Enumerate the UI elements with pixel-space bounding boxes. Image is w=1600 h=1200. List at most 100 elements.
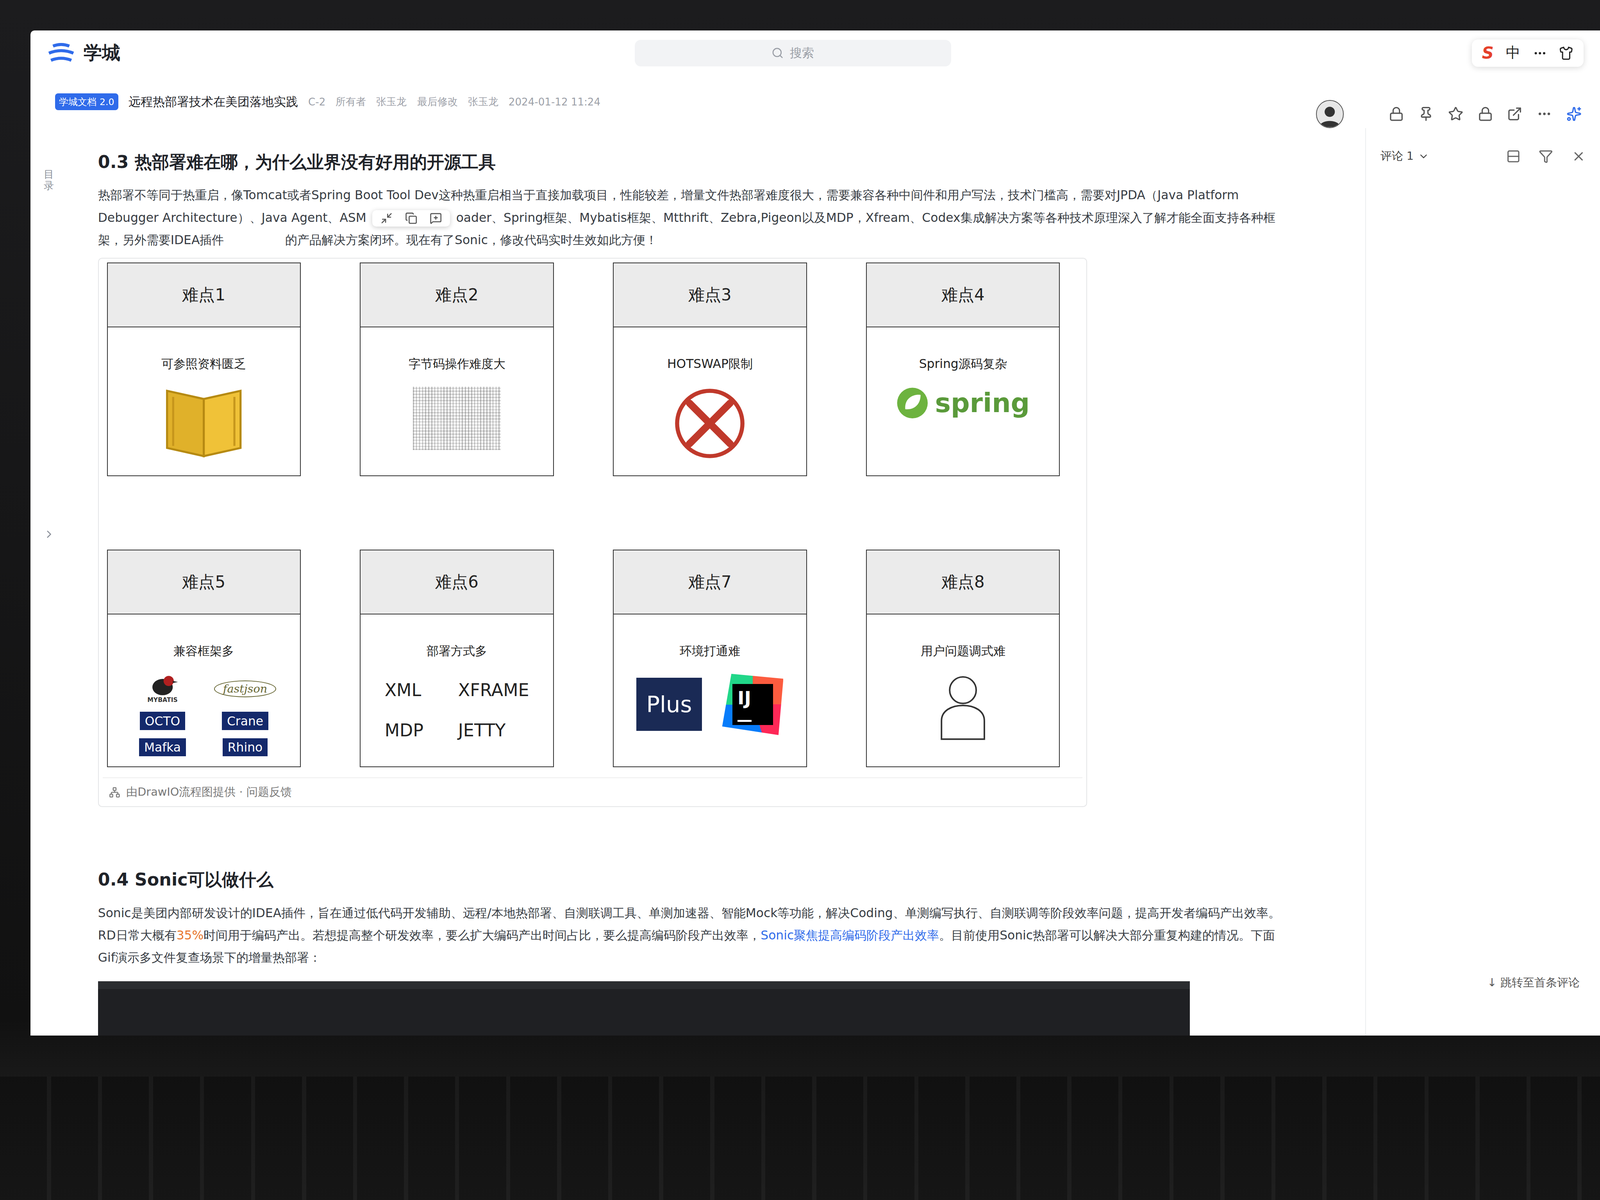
card-body: 兼容框架多MYBATISfastjsonOCTOCraneMafkaRhino	[107, 614, 300, 767]
card-title: 难点7	[613, 550, 806, 615]
owner-label: 所有者	[335, 94, 367, 109]
search-box[interactable]: 搜索	[634, 39, 952, 67]
mybatis-bird-icon	[147, 673, 178, 697]
section-paragraph: Sonic是美团内部研发设计的IDEA插件，旨在通过低代码开发辅助、远程/本地热…	[98, 901, 1282, 970]
plus-logo: Plus	[636, 677, 702, 731]
deploy-word: MDP	[384, 720, 424, 741]
card-subtitle: Spring源码复杂	[919, 355, 1008, 373]
bytecode-pattern	[412, 386, 501, 450]
share-lock-icon[interactable]	[1388, 106, 1404, 122]
drawio-icon	[108, 786, 121, 799]
difficulty-card: 难点7 环境打通难 Plus IJ	[612, 549, 807, 768]
filter-icon[interactable]	[1538, 149, 1554, 164]
laptop-keyboard	[0, 1076, 1600, 1200]
doc-body: 目录 0.3 热部署难在哪，为什么业界没有好用的开源工具热部署不等同于热重启，像T…	[30, 128, 1600, 1036]
comment-count[interactable]: 评论 1	[1380, 148, 1414, 165]
framework-tag: Crane	[221, 711, 269, 730]
paragraph-text: 35%	[176, 928, 204, 943]
doc-meta-row: 学城文档 2.0远程热部署技术在美团落地实践C-2所有者张玉龙最后修改张玉龙20…	[30, 75, 1600, 129]
book-icon	[160, 386, 247, 459]
copy-icon[interactable]	[405, 212, 418, 225]
comment-add-icon[interactable]	[429, 212, 442, 225]
doc-title: 远程热部署技术在美团落地实践	[128, 93, 299, 111]
skin-icon	[1558, 46, 1574, 61]
difficulty-card: 难点6部署方式多XMLXFRAMEMDPJETTY	[359, 549, 554, 768]
permission-icon[interactable]	[1477, 106, 1493, 122]
pin-icon[interactable]	[1418, 106, 1434, 122]
card-title: 难点2	[360, 263, 553, 328]
xuecheng-logo-icon	[46, 42, 76, 64]
app-logo[interactable]: 学城	[46, 40, 619, 66]
mybatis-logo: MYBATIS	[147, 673, 178, 704]
open-external-icon[interactable]	[1507, 106, 1523, 122]
jump-first-comment-button[interactable]: ↓ 跳转至首条评论	[1481, 971, 1586, 995]
card-subtitle: 字节码操作难度大	[408, 355, 506, 373]
expand-icon[interactable]	[42, 528, 56, 541]
modified-at: 2024-01-12 11:24	[508, 96, 601, 108]
diagram-caption[interactable]: 由DrawIO流程图提供 · 问题反馈	[102, 777, 1083, 806]
app-logos: Plus IJ	[636, 673, 784, 736]
card-body: 用户问题调式难	[866, 614, 1059, 767]
card-body: 可参照资料匮乏	[107, 327, 300, 476]
outline-toggle[interactable]: 目录	[43, 168, 54, 192]
section-heading: 0.3 热部署难在哪，为什么业界没有好用的开源工具	[98, 150, 1335, 174]
layout-icon[interactable]	[1506, 149, 1521, 164]
spring-logo-text: spring	[934, 387, 1030, 419]
difficulty-card: 难点2 字节码操作难度大	[359, 262, 554, 477]
browser-screen: 学城搜索S中学城文档 2.0远程热部署技术在美团落地实践C-2所有者张玉龙最后修…	[30, 30, 1600, 1036]
difficulty-card: 难点4 Spring源码复杂 spring	[866, 262, 1060, 477]
difficulty-card: 难点8 用户问题调式难	[866, 549, 1060, 768]
card-body: HOTSWAP限制	[613, 327, 806, 476]
deploy-word: JETTY	[458, 720, 530, 741]
ai-sparkles-icon[interactable]	[1566, 106, 1582, 122]
modified-by: 张玉龙	[467, 94, 499, 109]
deploy-words: XML XFRAME MDP JETTY	[384, 680, 530, 741]
outline-rail: 目录	[30, 128, 68, 1036]
spring-leaf-icon	[896, 386, 929, 420]
difficulty-card: 难点3 HOTSWAP限制	[612, 262, 807, 477]
paragraph-link[interactable]: Sonic聚焦提高编码阶段产出效率	[760, 928, 940, 943]
doc-content: 0.3 热部署难在哪，为什么业界没有好用的开源工具热部署不等同于热重启，像Tom…	[67, 128, 1366, 1036]
framework-tag: OCTO	[139, 711, 186, 730]
comment-dropdown-icon[interactable]	[1417, 150, 1430, 163]
card-grid: 难点1 可参照资料匮乏 难点2 字节码操作难度大 难点3 HOTSWAP限制 难点4 Spri…	[102, 262, 1083, 768]
card-title: 难点8	[866, 550, 1059, 615]
card-title: 难点1	[107, 263, 300, 328]
card-title: 难点4	[866, 263, 1059, 328]
card-body: 环境打通难 Plus IJ	[613, 614, 806, 767]
owner-name: 张玉龙	[376, 94, 407, 109]
fastjson-logo: fastjson	[214, 680, 277, 698]
doc-badge: 学城文档 2.0	[55, 93, 119, 110]
paragraph-text: 时间用于编码产出。若想提高整个研发效率，要么扩大编码产出时间占比，要么提高编码阶…	[203, 928, 761, 943]
ime-toolbar[interactable]: S中	[1471, 39, 1584, 67]
card-title: 难点3	[613, 263, 806, 328]
card-subtitle: 可参照资料匮乏	[161, 355, 247, 373]
card-subtitle: 兼容框架多	[173, 642, 234, 660]
avatar-icon	[1319, 104, 1340, 127]
deploy-word: XFRAME	[458, 680, 530, 700]
photo-stage: 学城搜索S中学城文档 2.0远程热部署技术在美团落地实践C-2所有者张玉龙最后修…	[0, 0, 1600, 1200]
card-body: 字节码操作难度大	[360, 327, 553, 476]
deploy-word: XML	[384, 680, 424, 700]
section-paragraph: 热部署不等同于热重启，像Tomcat或者Spring Boot Tool Dev…	[98, 183, 1282, 252]
difficulty-diagram: 难点1 可参照资料匮乏 难点2 字节码操作难度大 难点3 HOTSWAP限制 难点4 Spri…	[98, 257, 1088, 808]
more-icon[interactable]	[1536, 106, 1552, 122]
star-icon[interactable]	[1448, 106, 1464, 122]
framework-logos: MYBATISfastjsonOCTOCraneMafkaRhino	[131, 673, 277, 757]
card-subtitle: HOTSWAP限制	[667, 355, 753, 373]
comment-header: 评论 1	[1380, 148, 1586, 165]
comment-panel: 评论 1 ↓ 跳转至首条评论	[1365, 128, 1600, 1036]
search-icon	[771, 46, 784, 59]
intellij-logo: IJ	[722, 673, 784, 736]
doc-version: C-2	[308, 96, 326, 108]
collapse-icon[interactable]	[380, 212, 393, 225]
user-avatar[interactable]	[1316, 100, 1345, 129]
card-subtitle: 用户问题调式难	[920, 642, 1006, 660]
spring-logo: spring	[896, 386, 1030, 420]
difficulty-card: 难点1 可参照资料匮乏	[107, 262, 301, 477]
forbidden-icon	[673, 386, 747, 461]
close-icon[interactable]	[1571, 149, 1586, 164]
card-subtitle: 环境打通难	[679, 642, 741, 660]
framework-tag: Mafka	[139, 738, 186, 757]
modified-label: 最后修改	[417, 94, 458, 109]
